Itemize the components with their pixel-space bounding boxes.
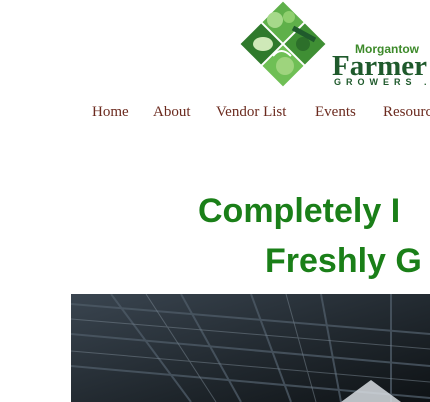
- hero-headline-line2: Freshly G: [265, 242, 422, 280]
- nav-resources[interactable]: Resourc: [383, 104, 430, 121]
- nav-about[interactable]: About: [153, 104, 191, 121]
- hero-headline-line1: Completely I: [198, 192, 401, 230]
- barn-roof-photo: [71, 294, 430, 402]
- logo-subtitle: GROWERS .: [334, 77, 430, 87]
- hero-photo: [71, 294, 430, 402]
- main-navigation: Home About Vendor List Events Resourc: [0, 104, 430, 124]
- nav-events[interactable]: Events: [315, 104, 356, 121]
- nav-vendor-list[interactable]: Vendor List: [216, 104, 286, 121]
- nav-home[interactable]: Home: [92, 104, 129, 121]
